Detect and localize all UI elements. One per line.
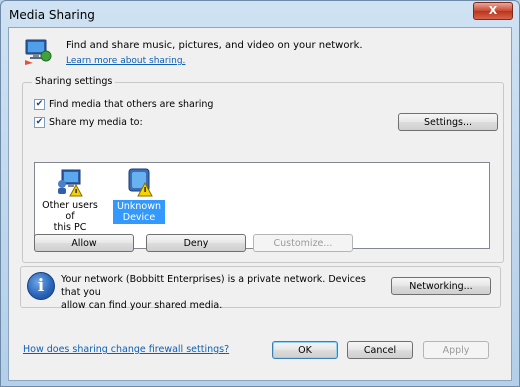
settings-button[interactable]: Settings... — [398, 113, 498, 131]
network-info-box: i Your network (Bobbitt Enterprises) is … — [20, 266, 501, 311]
firewall-settings-link[interactable]: How does sharing change firewall setting… — [23, 344, 229, 355]
media-sharing-icon — [25, 39, 52, 65]
ok-button[interactable]: OK — [272, 341, 338, 359]
find-media-label: Find media that others are sharing — [49, 99, 214, 110]
apply-button[interactable]: Apply — [423, 341, 489, 359]
window-title: Media Sharing — [9, 8, 95, 22]
allow-button[interactable]: Allow — [34, 234, 134, 252]
share-media-checkbox[interactable]: ✔ — [34, 117, 45, 128]
find-media-checkbox[interactable]: ✔ — [34, 99, 45, 110]
dialog-body: Find and share music, pictures, and vide… — [8, 27, 512, 381]
networking-button[interactable]: Networking... — [391, 277, 491, 295]
device-other-users-label: Other users of this PC — [42, 200, 98, 233]
unknown-device-icon — [128, 168, 153, 197]
device-unknown[interactable]: Unknown Device — [113, 167, 165, 224]
device-other-users[interactable]: Other users of this PC — [37, 167, 103, 233]
media-sharing-dialog: Media Sharing X Find and share music, pi… — [0, 0, 520, 387]
find-media-row[interactable]: ✔ Find media that others are sharing — [34, 99, 213, 110]
info-icon: i — [27, 272, 55, 300]
title-bar[interactable]: Media Sharing X — [1, 1, 519, 27]
sharing-settings-legend: Sharing settings — [32, 76, 116, 87]
device-unknown-label: Unknown Device — [113, 200, 165, 224]
share-media-label: Share my media to: — [49, 117, 143, 128]
network-info-text: Your network (Bobbitt Enterprises) is a … — [61, 274, 366, 311]
customize-button[interactable]: Customize... — [253, 234, 353, 252]
share-media-row[interactable]: ✔ Share my media to: — [34, 117, 143, 128]
close-button[interactable]: X — [473, 2, 513, 20]
learn-more-link[interactable]: Learn more about sharing. — [66, 56, 185, 66]
intro-text: Find and share music, pictures, and vide… — [66, 40, 363, 51]
cancel-button[interactable]: Cancel — [347, 341, 413, 359]
deny-button[interactable]: Deny — [146, 234, 246, 252]
computer-users-icon — [58, 169, 83, 197]
